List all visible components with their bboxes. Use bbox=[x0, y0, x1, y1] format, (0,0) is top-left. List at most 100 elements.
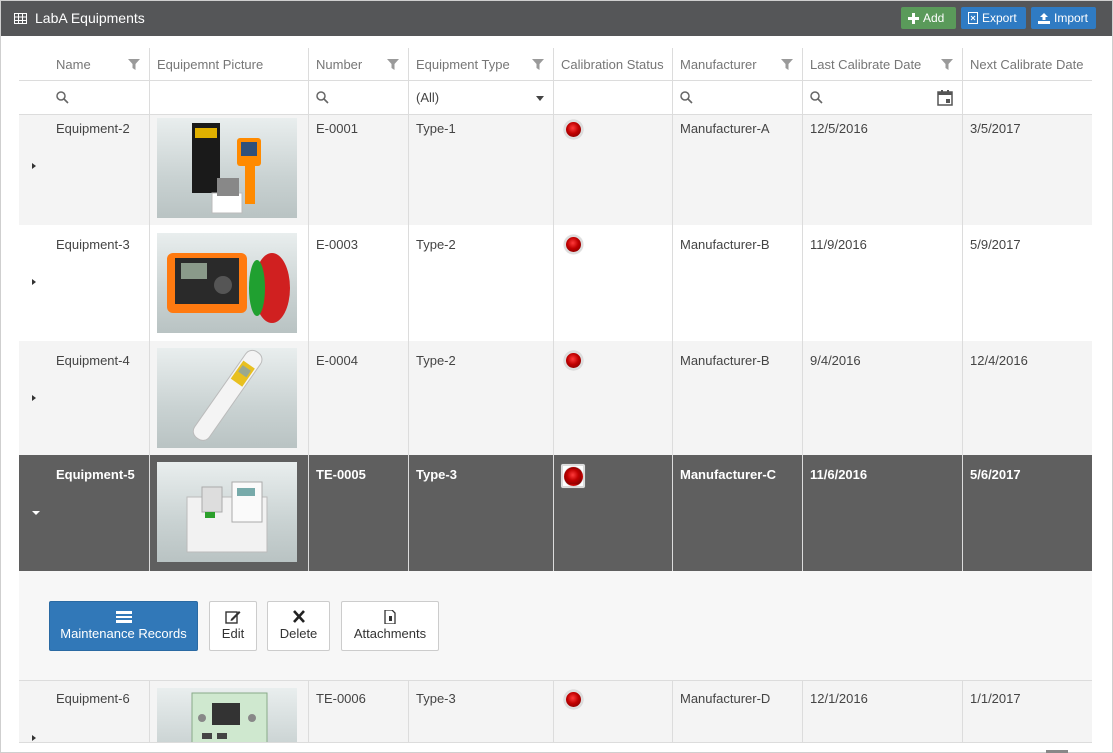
equipment-thumbnail bbox=[157, 348, 297, 448]
equipment-thumbnail bbox=[157, 233, 297, 333]
expand-arrow-icon[interactable] bbox=[32, 735, 36, 741]
delete-button[interactable]: Delete bbox=[267, 601, 330, 651]
col-header-calibration[interactable]: Calibration Status bbox=[554, 48, 672, 81]
import-label: Import bbox=[1054, 11, 1089, 25]
column-divider bbox=[962, 48, 963, 571]
column-divider bbox=[962, 681, 963, 742]
ph-meter-image bbox=[192, 349, 263, 441]
manufacturer-filter-input[interactable] bbox=[673, 81, 802, 115]
header-row: Name Equipemnt Picture Number Equipment … bbox=[19, 48, 1092, 81]
export-button[interactable]: Export bbox=[961, 7, 1026, 29]
cell-manufacturer: Manufacturer-B bbox=[680, 237, 770, 252]
upload-icon bbox=[1038, 12, 1050, 24]
filter-row: (All) bbox=[19, 81, 1092, 115]
calibration-status-indicator bbox=[564, 690, 583, 709]
column-divider bbox=[553, 48, 554, 571]
last-date-filter-input[interactable] bbox=[803, 81, 962, 115]
cell-type: Type-3 bbox=[416, 467, 457, 482]
cell-last-date: 11/6/2016 bbox=[810, 467, 868, 482]
edit-button[interactable]: Edit bbox=[209, 601, 257, 651]
name-filter-input[interactable] bbox=[49, 81, 149, 115]
column-divider bbox=[672, 48, 673, 571]
equipment-thumbnail bbox=[157, 462, 297, 562]
type-filter-select[interactable]: (All) bbox=[409, 81, 553, 115]
edit-label: Edit bbox=[221, 626, 245, 641]
equipment-panel: LabA Equipments Add Export Import Name E… bbox=[0, 0, 1113, 753]
search-icon bbox=[56, 91, 69, 104]
add-button[interactable]: Add bbox=[901, 7, 956, 29]
cell-type: Type-3 bbox=[416, 691, 456, 706]
cell-manufacturer: Manufacturer-C bbox=[680, 467, 777, 482]
chevron-down-icon bbox=[536, 96, 544, 101]
table-row[interactable]: Equipment-3 E-0003 Type-2 Manufacturer-B… bbox=[19, 225, 1092, 341]
search-icon bbox=[316, 91, 329, 104]
panel-title: LabA Equipments bbox=[14, 1, 145, 36]
column-divider bbox=[149, 48, 150, 571]
table-icon bbox=[14, 13, 27, 24]
column-divider bbox=[408, 681, 409, 742]
cell-next-date: 12/4/2016 bbox=[970, 353, 1028, 368]
calibration-status-indicator bbox=[564, 351, 583, 370]
type-filter-value: (All) bbox=[416, 90, 440, 105]
col-header-type[interactable]: Equipment Type bbox=[409, 48, 539, 81]
filter-icon[interactable] bbox=[781, 59, 793, 70]
thermal-camera-image bbox=[192, 123, 261, 214]
filter-icon[interactable] bbox=[941, 59, 953, 70]
table-row[interactable]: Equipment-2 E-0001 Type-1 Manufacturer-A… bbox=[19, 115, 1092, 225]
search-icon bbox=[810, 91, 823, 104]
plus-icon bbox=[908, 12, 919, 24]
table-row[interactable]: Equipment-6 TE-0006 Type-3 Manufacturer-… bbox=[19, 681, 1092, 742]
tester-machine-image bbox=[186, 481, 268, 553]
filter-icon[interactable] bbox=[128, 59, 140, 70]
expand-arrow-icon[interactable] bbox=[32, 279, 36, 285]
calibration-status-indicator bbox=[564, 467, 583, 486]
filter-icon[interactable] bbox=[532, 59, 544, 70]
cell-next-date: 5/6/2017 bbox=[970, 467, 1021, 482]
table-row[interactable]: Equipment-4 E-0004 Type-2 Manufacturer-B… bbox=[19, 341, 1092, 455]
column-divider bbox=[149, 681, 150, 742]
cell-type: Type-2 bbox=[416, 353, 456, 368]
panel-title-text: LabA Equipments bbox=[35, 10, 145, 26]
column-divider bbox=[308, 681, 309, 742]
attachments-button[interactable]: Attachments bbox=[341, 601, 439, 651]
filter-icon[interactable] bbox=[387, 59, 399, 70]
column-divider bbox=[408, 48, 409, 571]
cell-next-date: 5/9/2017 bbox=[970, 237, 1021, 252]
list-icon bbox=[115, 611, 132, 623]
cell-name: Equipment-2 bbox=[56, 121, 130, 136]
col-header-manufacturer[interactable]: Manufacturer bbox=[673, 48, 783, 81]
cell-type: Type-2 bbox=[416, 237, 456, 252]
col-header-next-date[interactable]: Next Calibrate Date bbox=[963, 48, 1092, 81]
export-file-icon bbox=[968, 12, 978, 24]
col-header-last-date[interactable]: Last Calibrate Date bbox=[803, 48, 933, 81]
search-icon bbox=[680, 91, 693, 104]
collapse-arrow-icon[interactable] bbox=[32, 511, 40, 515]
cell-number: E-0003 bbox=[316, 237, 358, 252]
insulation-tester-image bbox=[167, 253, 290, 323]
cell-number: E-0004 bbox=[316, 353, 358, 368]
table-row-selected[interactable]: Equipment-5 TE-0005 Type-3 Manufacturer-… bbox=[19, 455, 1092, 571]
maintenance-records-button[interactable]: Maintenance Records bbox=[49, 601, 198, 651]
cell-name: Equipment-5 bbox=[56, 467, 135, 482]
file-icon bbox=[384, 610, 396, 624]
cell-type: Type-1 bbox=[416, 121, 456, 136]
horizontal-scrollbar[interactable] bbox=[19, 742, 1092, 748]
column-divider bbox=[802, 681, 803, 742]
cell-last-date: 12/1/2016 bbox=[810, 691, 868, 706]
control-panel-image bbox=[191, 692, 268, 742]
import-button[interactable]: Import bbox=[1031, 7, 1096, 29]
equipment-thumbnail bbox=[157, 688, 297, 742]
cell-last-date: 9/4/2016 bbox=[810, 353, 861, 368]
add-label: Add bbox=[923, 11, 945, 25]
delete-label: Delete bbox=[279, 626, 318, 641]
calendar-icon[interactable] bbox=[937, 90, 953, 106]
expand-arrow-icon[interactable] bbox=[32, 395, 36, 401]
cell-next-date: 1/1/2017 bbox=[970, 691, 1021, 706]
number-filter-input[interactable] bbox=[309, 81, 408, 115]
calibration-status-indicator bbox=[564, 120, 583, 139]
column-divider bbox=[802, 48, 803, 571]
cell-manufacturer: Manufacturer-B bbox=[680, 353, 770, 368]
col-header-picture[interactable]: Equipemnt Picture bbox=[150, 48, 308, 81]
attachments-label: Attachments bbox=[353, 626, 427, 641]
expand-arrow-icon[interactable] bbox=[32, 163, 36, 169]
